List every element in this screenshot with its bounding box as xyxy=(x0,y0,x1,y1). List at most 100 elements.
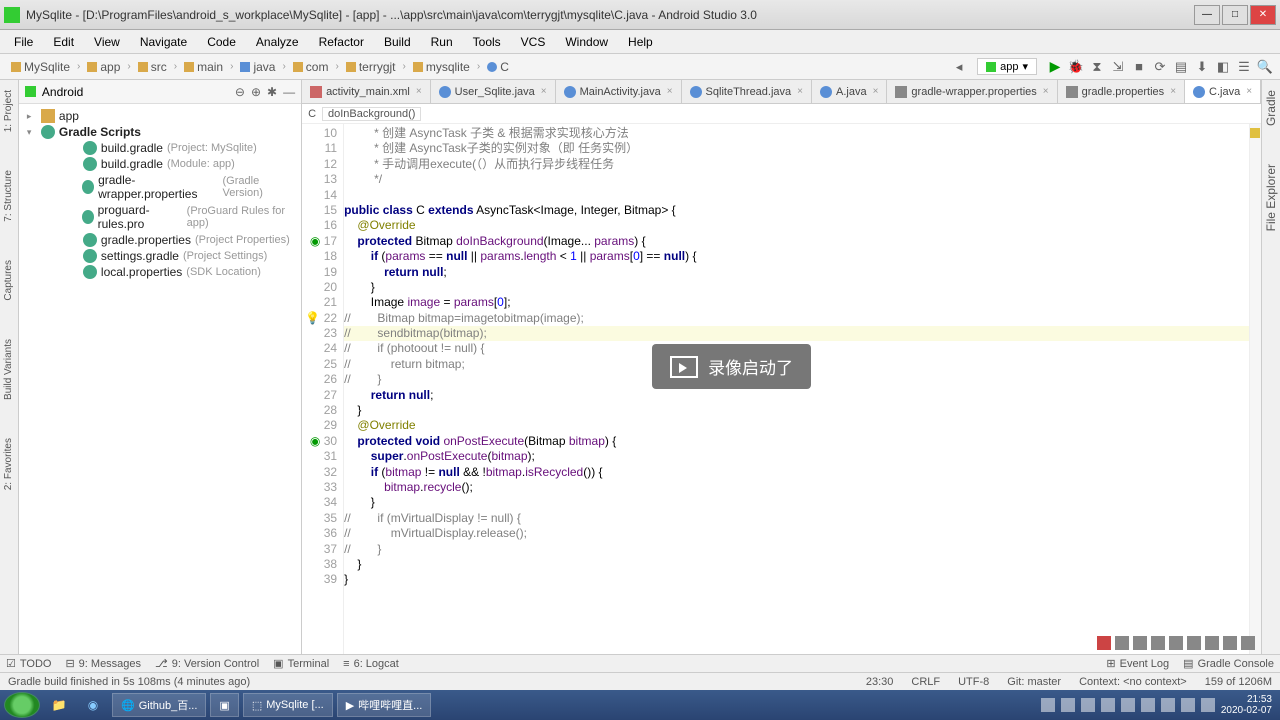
menu-build[interactable]: Build xyxy=(376,33,419,51)
crumb-class[interactable]: C xyxy=(308,108,316,120)
start-button[interactable] xyxy=(4,692,40,718)
tw-version-control[interactable]: ⎇ 9: Version Control xyxy=(155,657,259,670)
stop-button[interactable]: ■ xyxy=(1130,58,1148,76)
tree-item[interactable]: gradle-wrapper.properties (Gradle Versio… xyxy=(23,172,297,202)
close-tab-icon[interactable]: × xyxy=(797,86,803,97)
layout-inspector-icon[interactable]: ◧ xyxy=(1214,58,1232,76)
warning-marker[interactable] xyxy=(1250,128,1260,138)
close-tab-icon[interactable]: × xyxy=(1170,86,1176,97)
editor-tab[interactable]: gradle.properties× xyxy=(1058,80,1185,103)
task-github[interactable]: 🌐 Github_百... xyxy=(112,693,206,717)
left-tab-project[interactable]: 1: Project xyxy=(2,86,15,136)
ide-icon-6[interactable] xyxy=(1205,636,1219,650)
close-tab-icon[interactable]: × xyxy=(416,86,422,97)
bc-com[interactable]: com xyxy=(288,59,334,75)
menu-window[interactable]: Window xyxy=(557,33,616,51)
close-tab-icon[interactable]: × xyxy=(667,86,673,97)
structure-icon[interactable]: ☰ xyxy=(1235,58,1253,76)
editor-tab[interactable]: User_Sqlite.java× xyxy=(431,80,556,103)
editor-tab[interactable]: gradle-wrapper.properties× xyxy=(887,80,1057,103)
hide-icon[interactable]: — xyxy=(283,85,295,99)
left-tab-buildvariants[interactable]: Build Variants xyxy=(2,335,15,404)
menu-vcs[interactable]: VCS xyxy=(513,33,554,51)
attach-button[interactable]: ⇲ xyxy=(1109,58,1127,76)
status-caret-pos[interactable]: 23:30 xyxy=(866,676,894,688)
maximize-button[interactable]: □ xyxy=(1222,5,1248,25)
left-tab-captures[interactable]: Captures xyxy=(2,256,15,305)
error-stripe[interactable] xyxy=(1249,124,1261,654)
tree-root-app[interactable]: ▸app xyxy=(23,108,297,124)
tray-icon[interactable] xyxy=(1041,698,1055,712)
menu-view[interactable]: View xyxy=(86,33,128,51)
status-encoding[interactable]: UTF-8 xyxy=(958,676,989,688)
tray-icon[interactable] xyxy=(1101,698,1115,712)
task-bilibili[interactable]: ▶ 哔哩哔哩直... xyxy=(337,693,432,717)
menu-edit[interactable]: Edit xyxy=(45,33,82,51)
crumb-method[interactable]: doInBackground() xyxy=(322,107,421,121)
minimize-button[interactable]: — xyxy=(1194,5,1220,25)
close-tab-icon[interactable]: × xyxy=(1246,86,1252,97)
ide-icon-8[interactable] xyxy=(1241,636,1255,650)
run-button[interactable]: ▶ xyxy=(1046,58,1064,76)
bc-project[interactable]: MySqlite xyxy=(6,59,75,75)
bc-mysqlite[interactable]: mysqlite xyxy=(408,59,475,75)
bc-terrygjt[interactable]: terrygjt xyxy=(341,59,401,75)
profile-button[interactable]: ⧗ xyxy=(1088,58,1106,76)
ide-icon-3[interactable] xyxy=(1151,636,1165,650)
project-mode-select[interactable]: Android xyxy=(42,85,229,99)
status-heap[interactable]: 159 of 1206M xyxy=(1205,676,1272,688)
menu-navigate[interactable]: Navigate xyxy=(132,33,195,51)
code-editor[interactable]: 10111213141516◉ 1718192021💡 222324252627… xyxy=(302,124,1261,654)
menu-code[interactable]: Code xyxy=(199,33,244,51)
clock[interactable]: 21:53 2020-02-07 xyxy=(1221,694,1276,716)
bc-file[interactable]: C xyxy=(482,59,514,75)
gutter[interactable]: 10111213141516◉ 1718192021💡 222324252627… xyxy=(302,124,344,654)
close-button[interactable]: ✕ xyxy=(1250,5,1276,25)
locate-icon[interactable]: ⊕ xyxy=(251,85,261,99)
menu-refactor[interactable]: Refactor xyxy=(311,33,372,51)
tw-messages[interactable]: ⊟ 9: Messages xyxy=(65,657,141,670)
ide-icon-2[interactable] xyxy=(1133,636,1147,650)
sync-button[interactable]: ⟳ xyxy=(1151,58,1169,76)
status-context[interactable]: Context: <no context> xyxy=(1079,676,1187,688)
code-body[interactable]: * 创建 AsyncTask 子类 & 根据需求实现核心方法 * 创建 Asyn… xyxy=(344,124,1249,654)
menu-analyze[interactable]: Analyze xyxy=(248,33,307,51)
tray-icon[interactable] xyxy=(1181,698,1195,712)
menu-run[interactable]: Run xyxy=(423,33,461,51)
taskbar-app-icon-1[interactable]: ◉ xyxy=(78,693,108,717)
right-tab-gradle[interactable]: Gradle xyxy=(1263,86,1279,130)
menu-tools[interactable]: Tools xyxy=(465,33,509,51)
editor-tab[interactable]: MainActivity.java× xyxy=(556,80,682,103)
bc-app[interactable]: app xyxy=(82,59,125,75)
tree-item[interactable]: gradle.properties (Project Properties) xyxy=(23,232,297,248)
bc-main[interactable]: main xyxy=(179,59,228,75)
right-tab-file-explorer[interactable]: File Explorer xyxy=(1263,160,1279,235)
tree-item[interactable]: proguard-rules.pro (ProGuard Rules for a… xyxy=(23,202,297,232)
task-mysqlite[interactable]: ⬚ MySqlite [... xyxy=(243,693,333,717)
nav-back-icon[interactable]: ◂ xyxy=(950,58,968,76)
tw-terminal[interactable]: ▣ Terminal xyxy=(273,657,329,670)
bc-java[interactable]: java xyxy=(235,59,280,75)
tree-item[interactable]: settings.gradle (Project Settings) xyxy=(23,248,297,264)
gear-icon[interactable]: ✱ xyxy=(267,85,277,99)
close-tab-icon[interactable]: × xyxy=(1043,86,1049,97)
close-tab-icon[interactable]: × xyxy=(541,86,547,97)
tray-icon[interactable] xyxy=(1121,698,1135,712)
ide-icon-7[interactable] xyxy=(1223,636,1237,650)
tray-icon[interactable] xyxy=(1201,698,1215,712)
tray-icon[interactable] xyxy=(1161,698,1175,712)
menu-file[interactable]: File xyxy=(6,33,41,51)
status-line-ending[interactable]: CRLF xyxy=(911,676,940,688)
tw-logcat[interactable]: ≡ 6: Logcat xyxy=(343,658,399,670)
taskbar-explorer-icon[interactable]: 📁 xyxy=(44,693,74,717)
ide-icon-4[interactable] xyxy=(1169,636,1183,650)
menu-help[interactable]: Help xyxy=(620,33,661,51)
tray-icon[interactable] xyxy=(1141,698,1155,712)
avd-button[interactable]: ▤ xyxy=(1172,58,1190,76)
ide-icon-5[interactable] xyxy=(1187,636,1201,650)
close-tab-icon[interactable]: × xyxy=(873,86,879,97)
project-tree[interactable]: ▸app ▾Gradle Scripts build.gradle (Proje… xyxy=(19,104,301,284)
tray-icon[interactable] xyxy=(1061,698,1075,712)
search-icon[interactable]: 🔍 xyxy=(1256,58,1274,76)
tree-gradle-scripts[interactable]: ▾Gradle Scripts xyxy=(23,124,297,140)
